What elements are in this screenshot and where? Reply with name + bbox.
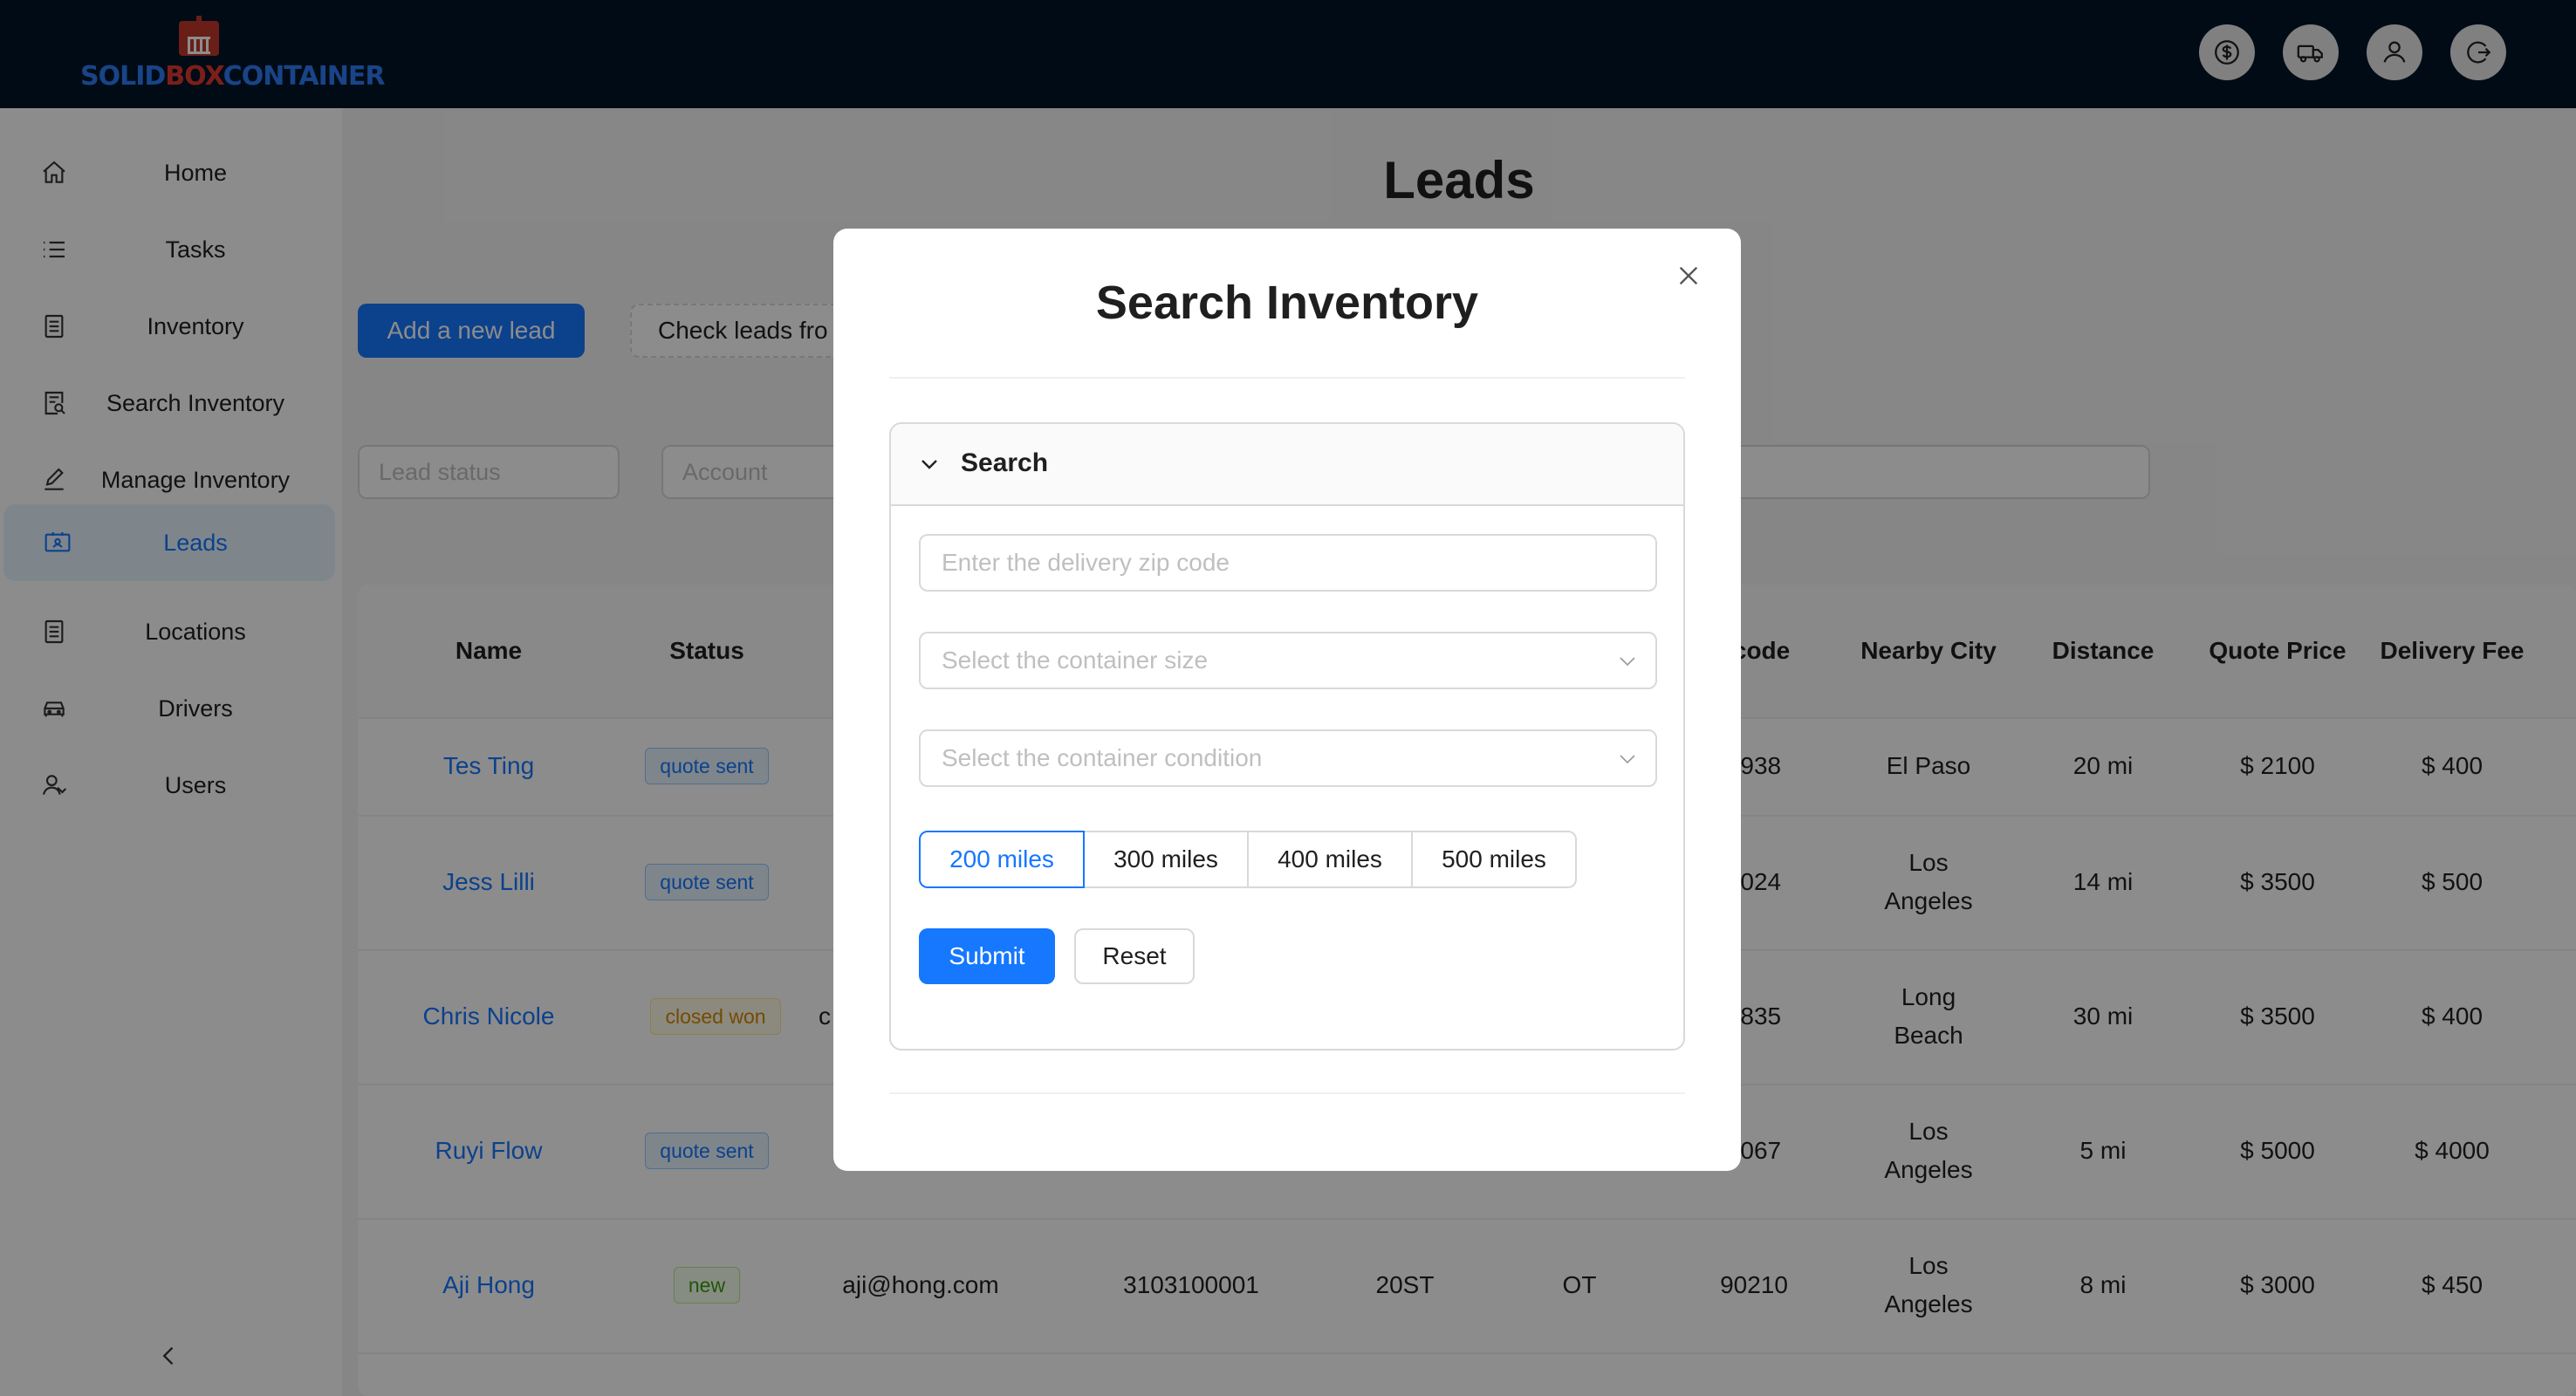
radius-400-button[interactable]: 400 miles [1247,831,1413,888]
chevron-down-icon [1620,657,1635,667]
radius-500-button[interactable]: 500 miles [1411,831,1577,888]
chevron-down-icon [921,460,937,469]
submit-button[interactable]: Submit [919,928,1055,984]
chevron-down-icon [1620,755,1635,764]
radius-300-button[interactable]: 300 miles [1083,831,1249,888]
search-panel-header[interactable]: Search [891,424,1683,506]
search-panel: Search Enter the delivery zip code Selec… [889,422,1685,1050]
zip-code-placeholder: Enter the delivery zip code [942,549,1230,576]
modal-footer-divider [889,1092,1685,1094]
modal-title: Search Inventory [1095,277,1479,329]
zip-code-input[interactable]: Enter the delivery zip code [919,534,1657,592]
container-size-select[interactable]: Select the container size [919,632,1657,689]
search-inventory-modal: Search Inventory Search Enter the delive… [833,229,1741,1171]
search-panel-title: Search [961,448,1049,477]
modal-divider [889,377,1685,379]
container-condition-select[interactable]: Select the container condition [919,729,1657,787]
reset-button[interactable]: Reset [1074,928,1195,984]
container-size-placeholder: Select the container size [942,647,1209,674]
container-condition-placeholder: Select the container condition [942,744,1263,771]
radius-radio-group: 200 miles 300 miles 400 miles 500 miles [919,831,1577,888]
radius-200-button[interactable]: 200 miles [919,831,1085,888]
